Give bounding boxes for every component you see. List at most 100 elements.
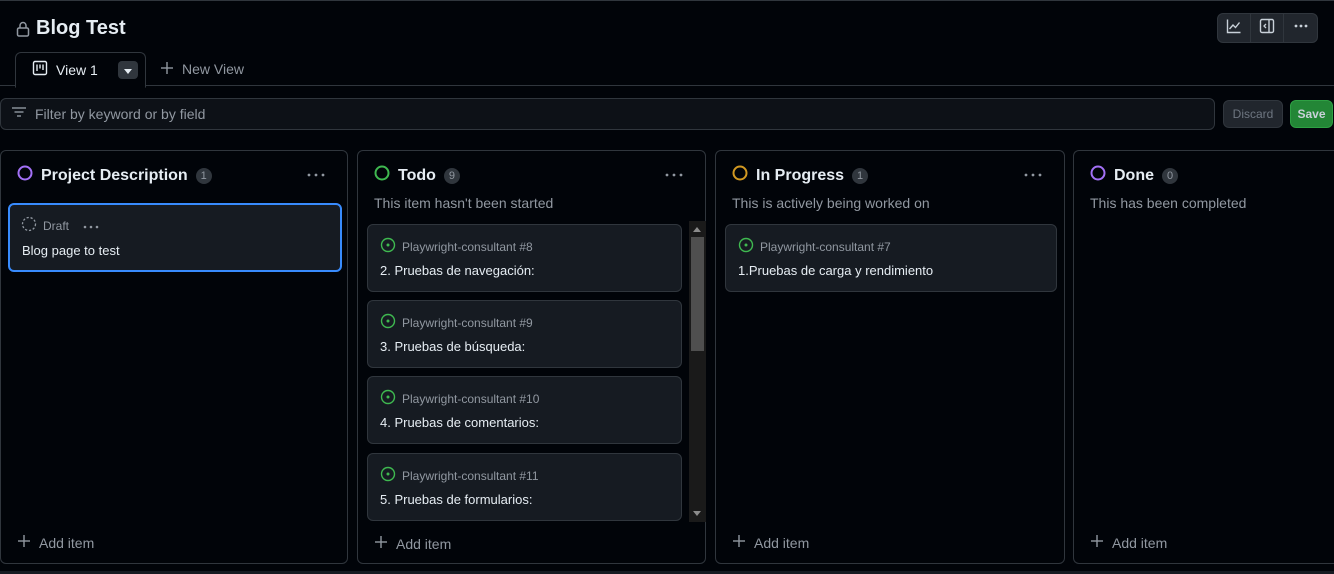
filter-input[interactable]: Filter by keyword or by field — [0, 98, 1215, 130]
board-icon — [32, 60, 48, 81]
column-todo: Todo 9 This item hasn't been started Pla… — [357, 150, 706, 564]
open-issue-icon — [738, 237, 754, 256]
draft-card[interactable]: Draft Blog page to test — [8, 203, 342, 272]
save-button[interactable]: Save — [1290, 100, 1333, 128]
todo-scrollbar[interactable] — [689, 221, 706, 522]
column-done: Done 0 This has been completed Add item — [1073, 150, 1334, 564]
tab-view-1[interactable]: View 1 — [15, 52, 146, 88]
add-item-button[interactable]: Add item — [17, 534, 94, 551]
header-actions — [1217, 13, 1318, 43]
column-header: Todo 9 — [374, 165, 460, 186]
card-meta: Playwright-consultant #9 — [380, 313, 533, 332]
plus-icon — [17, 534, 31, 551]
add-item-label: Add item — [1112, 534, 1168, 551]
card-meta-label: Playwright-consultant #8 — [402, 239, 533, 254]
lock-icon — [16, 21, 30, 37]
column-header: Done 0 — [1090, 165, 1178, 186]
column-title: In Progress — [756, 166, 845, 184]
open-issue-icon — [380, 389, 396, 408]
triangle-down-icon — [123, 61, 132, 79]
column-header: Project Description 1 — [17, 165, 212, 186]
card-meta-label: Playwright-consultant #9 — [402, 315, 533, 330]
column-description: This has been completed — [1090, 195, 1247, 211]
scroll-up-arrow[interactable] — [693, 227, 701, 232]
kebab-icon — [1024, 165, 1042, 182]
discard-button[interactable]: Discard — [1223, 100, 1283, 128]
status-circle-icon — [1090, 165, 1106, 186]
insights-icon — [1226, 18, 1242, 39]
column-in-progress: In Progress 1 This is actively being wor… — [715, 150, 1065, 564]
add-item-label: Add item — [39, 534, 95, 551]
add-item-label: Add item — [396, 535, 452, 552]
card-meta: Playwright-consultant #11 — [380, 466, 539, 485]
issue-card[interactable]: Playwright-consultant #7 1.Pruebas de ca… — [725, 224, 1057, 292]
issue-card[interactable]: Playwright-consultant #8 2. Pruebas de n… — [367, 224, 682, 292]
issue-card[interactable]: Playwright-consultant #9 3. Pruebas de b… — [367, 300, 682, 368]
new-view-button[interactable]: New View — [146, 51, 244, 87]
card-meta: Playwright-consultant #10 — [380, 389, 539, 408]
card-meta: Playwright-consultant #7 — [738, 237, 891, 256]
card-title: 4. Pruebas de comentarios: — [380, 415, 539, 430]
card-menu-button[interactable] — [83, 219, 99, 233]
card-meta: Draft — [21, 216, 99, 235]
count-badge: 9 — [443, 167, 460, 184]
scroll-thumb[interactable] — [691, 237, 704, 351]
sidepanel-icon — [1259, 18, 1275, 39]
column-project-description: Project Description 1 Draft Blog page to… — [0, 150, 348, 564]
project-header: Blog Test View 1 New View — [0, 0, 1334, 88]
card-title: 3. Pruebas de búsqueda: — [380, 339, 526, 354]
kebab-icon — [307, 165, 325, 182]
view-tabs: View 1 New View — [15, 51, 244, 88]
plus-icon — [1090, 534, 1104, 551]
column-menu-button[interactable] — [665, 165, 683, 183]
scroll-down-arrow[interactable] — [693, 511, 701, 516]
open-issue-icon — [380, 237, 396, 256]
card-title: 1.Pruebas de carga y rendimiento — [738, 263, 934, 278]
new-view-label: New View — [182, 61, 244, 77]
plus-icon — [732, 534, 746, 551]
count-badge: 1 — [852, 167, 869, 184]
issue-card[interactable]: Playwright-consultant #11 5. Pruebas de … — [367, 453, 682, 521]
open-issue-icon — [380, 466, 396, 485]
filter-icon — [11, 104, 27, 125]
plus-icon — [160, 61, 174, 78]
status-circle-icon — [17, 165, 33, 186]
card-title: 5. Pruebas de formularios: — [380, 492, 533, 507]
sidepanel-button[interactable] — [1251, 14, 1284, 42]
column-menu-button[interactable] — [1024, 165, 1042, 183]
card-meta: Playwright-consultant #8 — [380, 237, 533, 256]
open-issue-icon — [380, 313, 396, 332]
card-meta-label: Draft — [43, 218, 70, 233]
insights-button[interactable] — [1218, 14, 1251, 42]
page-title: Blog Test — [36, 17, 126, 39]
issue-card[interactable]: Playwright-consultant #10 4. Pruebas de … — [367, 376, 682, 444]
column-menu-button[interactable] — [307, 165, 325, 183]
plus-icon — [374, 535, 388, 552]
column-header: In Progress 1 — [732, 165, 869, 186]
add-item-label: Add item — [754, 534, 810, 551]
count-badge: 0 — [1162, 167, 1178, 184]
filter-placeholder: Filter by keyword or by field — [35, 106, 206, 122]
tab-label: View 1 — [56, 62, 98, 78]
column-description: This is actively being worked on — [732, 195, 930, 211]
kebab-icon — [1293, 18, 1309, 39]
column-title: Todo — [398, 166, 436, 184]
add-item-button[interactable]: Add item — [732, 534, 809, 551]
draft-icon — [21, 216, 37, 235]
tab-options-button[interactable] — [117, 61, 138, 79]
column-description: This item hasn't been started — [374, 195, 554, 211]
kebab-icon — [665, 165, 683, 182]
count-badge: 1 — [195, 167, 212, 184]
status-circle-icon — [732, 165, 748, 186]
column-title: Project Description — [41, 166, 188, 184]
column-title: Done — [1114, 166, 1154, 184]
card-meta-label: Playwright-consultant #11 — [402, 468, 539, 483]
add-item-button[interactable]: Add item — [374, 535, 451, 552]
add-item-button[interactable]: Add item — [1090, 534, 1167, 551]
card-title: Blog page to test — [22, 243, 120, 258]
card-meta-label: Playwright-consultant #10 — [402, 391, 540, 406]
kebab-icon — [83, 219, 99, 233]
more-options-button[interactable] — [1284, 14, 1317, 42]
card-meta-label: Playwright-consultant #7 — [760, 239, 891, 254]
status-circle-icon — [374, 165, 390, 186]
